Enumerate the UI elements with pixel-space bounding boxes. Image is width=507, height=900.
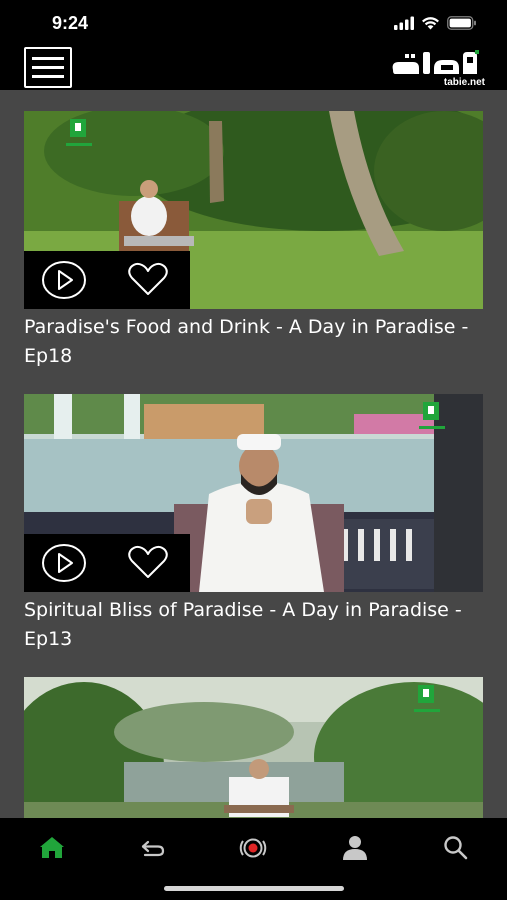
home-indicator[interactable] bbox=[164, 886, 344, 891]
status-bar: 9:24 bbox=[0, 0, 507, 44]
search-icon[interactable] bbox=[441, 833, 471, 863]
app-screen: 9:24 tabie.net Paradise's Food and Drink… bbox=[0, 0, 507, 900]
channel-badge-icon bbox=[419, 402, 445, 429]
home-icon[interactable] bbox=[37, 833, 67, 863]
video-card[interactable]: Paradise's Food and Drink - A Day in Par… bbox=[24, 111, 483, 371]
logo-text: tabie.net bbox=[443, 77, 485, 88]
video-card[interactable] bbox=[24, 677, 483, 818]
video-thumbnail[interactable] bbox=[24, 394, 483, 592]
channel-badge-icon bbox=[414, 685, 440, 712]
hamburger-menu-icon[interactable] bbox=[24, 47, 72, 88]
wifi-icon bbox=[421, 15, 440, 34]
play-icon[interactable] bbox=[41, 260, 87, 300]
status-icons bbox=[394, 15, 477, 34]
play-icon[interactable] bbox=[41, 543, 87, 583]
signal-icon bbox=[394, 15, 414, 34]
tabie-logo[interactable]: tabie.net bbox=[389, 48, 485, 88]
video-actions bbox=[24, 534, 190, 592]
video-card[interactable]: Spiritual Bliss of Paradise - A Day in P… bbox=[24, 394, 483, 654]
video-thumbnail[interactable] bbox=[24, 677, 483, 818]
live-broadcast-icon[interactable] bbox=[238, 833, 268, 863]
video-thumbnail[interactable] bbox=[24, 111, 483, 309]
heart-icon[interactable] bbox=[126, 260, 170, 300]
back-arrow-icon[interactable] bbox=[138, 833, 168, 863]
channel-badge-icon bbox=[66, 119, 92, 146]
video-actions bbox=[24, 251, 190, 309]
app-header: tabie.net bbox=[0, 44, 507, 90]
video-title[interactable]: Paradise's Food and Drink - A Day in Par… bbox=[24, 313, 483, 371]
video-feed[interactable]: Paradise's Food and Drink - A Day in Par… bbox=[0, 90, 507, 818]
status-time: 9:24 bbox=[52, 13, 89, 33]
heart-icon[interactable] bbox=[126, 543, 170, 583]
video-title[interactable]: Spiritual Bliss of Paradise - A Day in P… bbox=[24, 596, 483, 654]
battery-icon bbox=[447, 15, 477, 34]
profile-icon[interactable] bbox=[340, 833, 370, 863]
